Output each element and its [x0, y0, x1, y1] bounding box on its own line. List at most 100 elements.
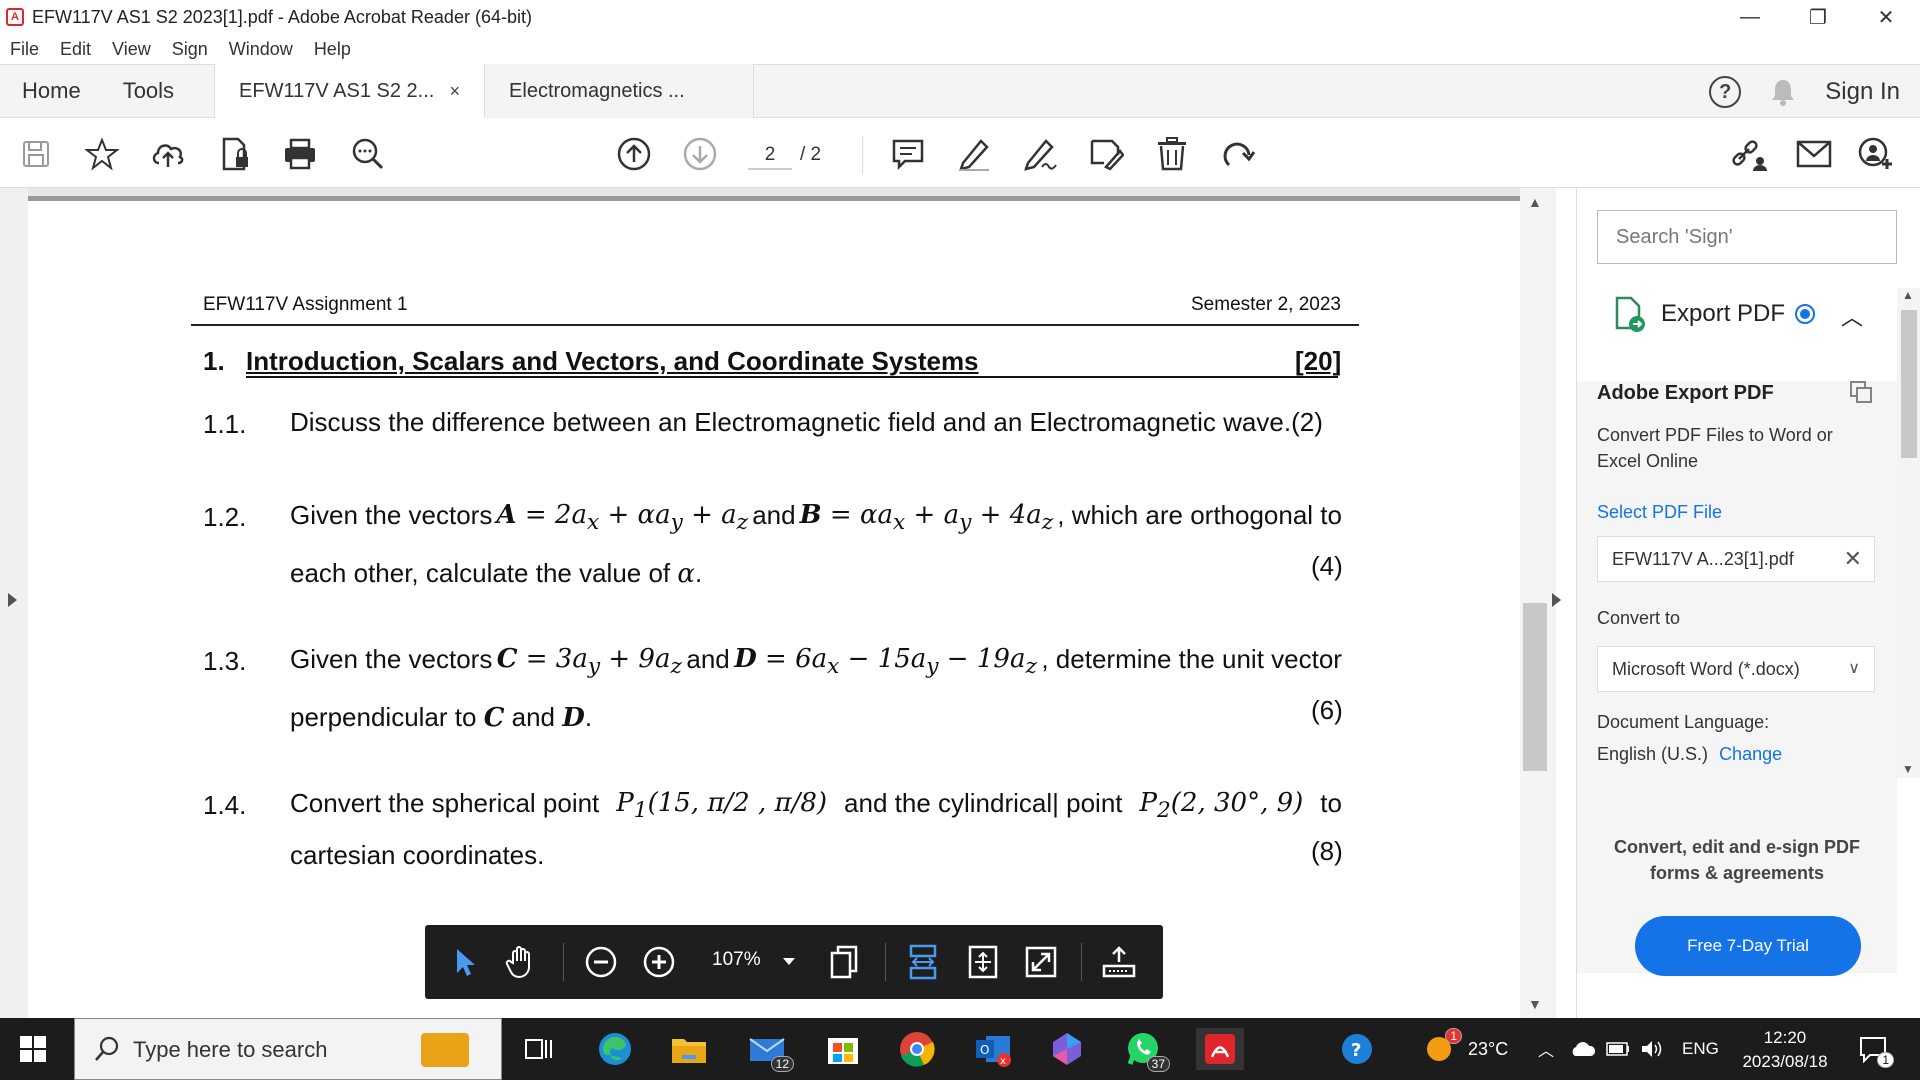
- microsoft-store-icon[interactable]: [822, 1028, 864, 1070]
- bell-icon[interactable]: [1769, 77, 1797, 107]
- menu-view[interactable]: View: [112, 39, 151, 60]
- print-icon[interactable]: [280, 134, 320, 174]
- left-panel-toggle[interactable]: [0, 188, 28, 1018]
- menu-window[interactable]: Window: [229, 39, 293, 60]
- previous-page-icon[interactable]: [614, 134, 654, 174]
- battery-icon[interactable]: [1606, 1018, 1630, 1080]
- pane-scroll-thumb[interactable]: [1901, 310, 1917, 458]
- sign-pen-icon[interactable]: [1020, 134, 1060, 174]
- scroll-down-icon[interactable]: ▼: [1528, 996, 1542, 1012]
- menu-edit[interactable]: Edit: [60, 39, 91, 60]
- briefcase-icon[interactable]: [421, 1033, 469, 1067]
- pane-scrollbar[interactable]: ▲ ▼: [1897, 288, 1920, 778]
- select-pdf-link[interactable]: Select PDF File: [1597, 502, 1722, 523]
- taskbar-search-box[interactable]: Type here to search: [74, 1018, 502, 1080]
- temperature[interactable]: 23°C: [1468, 1018, 1508, 1080]
- windows-start-icon[interactable]: [20, 1036, 46, 1062]
- rotate-icon[interactable]: [1218, 134, 1258, 174]
- question-text: Discuss the difference between an Electr…: [290, 407, 1323, 437]
- page-number-input[interactable]: 2: [748, 140, 792, 170]
- tool-search-input[interactable]: Search 'Sign': [1597, 210, 1897, 264]
- close-window-button[interactable]: ✕: [1852, 0, 1920, 34]
- mail-icon[interactable]: 12: [746, 1028, 794, 1072]
- chevron-up-icon[interactable]: ︿: [1538, 1018, 1554, 1080]
- document-scrollbar[interactable]: ▲ ▼: [1520, 188, 1561, 1018]
- zoom-search-icon[interactable]: [348, 134, 388, 174]
- math-expression: C = 3ay + 9az: [496, 644, 682, 680]
- read-mode-icon[interactable]: [1099, 942, 1139, 982]
- minimize-button[interactable]: —: [1716, 0, 1784, 34]
- select-cursor-icon[interactable]: [445, 942, 485, 982]
- fit-width-icon[interactable]: [903, 942, 943, 982]
- tab-close-icon[interactable]: ×: [450, 81, 461, 102]
- section-title: Introduction, Scalars and Vectors, and C…: [246, 346, 979, 376]
- system-clock[interactable]: 12:20 2023/08/18: [1730, 1026, 1840, 1074]
- adobe-export-heading: Adobe Export PDF: [1597, 382, 1774, 404]
- tab-document-electromagnetics[interactable]: Electromagnetics ...: [484, 64, 755, 118]
- copy-icon[interactable]: [1849, 380, 1873, 409]
- doc-header-right: Semester 2, 2023: [1191, 294, 1341, 315]
- scroll-up-icon[interactable]: ▲: [1528, 194, 1542, 210]
- restore-button[interactable]: ❐: [1784, 0, 1852, 34]
- convert-format-select[interactable]: Microsoft Word (*.docx) ∨: [1597, 646, 1875, 692]
- hand-tool-icon[interactable]: [501, 942, 541, 982]
- change-language-link[interactable]: Change: [1719, 744, 1782, 764]
- outlook-icon[interactable]: Ox: [972, 1028, 1014, 1070]
- menu-file[interactable]: File: [10, 39, 39, 60]
- remove-file-icon[interactable]: ✕: [1844, 537, 1862, 581]
- input-language[interactable]: ENG: [1682, 1018, 1719, 1080]
- acrobat-taskbar-icon[interactable]: [1196, 1028, 1244, 1070]
- tab-home[interactable]: Home: [22, 78, 81, 104]
- free-trial-button[interactable]: Free 7-Day Trial: [1635, 916, 1861, 976]
- menu-sign[interactable]: Sign: [172, 39, 208, 60]
- edit-form-icon[interactable]: [1086, 134, 1126, 174]
- task-view-icon[interactable]: [518, 1028, 560, 1070]
- share-link-icon[interactable]: [1730, 134, 1770, 174]
- q-text-part: each other, calculate the value of: [290, 558, 671, 589]
- protect-file-icon[interactable]: [216, 134, 256, 174]
- weather-icon[interactable]: 1: [1418, 1028, 1462, 1070]
- page-display-icon[interactable]: [825, 942, 865, 982]
- add-user-icon[interactable]: [1856, 134, 1896, 174]
- email-icon[interactable]: [1794, 134, 1834, 174]
- delete-icon[interactable]: [1152, 134, 1192, 174]
- scroll-thumb[interactable]: [1523, 603, 1547, 771]
- zoom-in-icon[interactable]: [639, 942, 679, 982]
- file-explorer-icon[interactable]: [668, 1028, 710, 1070]
- comment-icon[interactable]: [888, 134, 928, 174]
- question-text: Given the vectors C = 3ay + 9az and D = …: [290, 634, 1342, 743]
- export-pdf-icon: [1615, 296, 1645, 332]
- expand-left-icon[interactable]: [8, 593, 17, 607]
- sign-in-button[interactable]: Sign In: [1825, 78, 1900, 106]
- full-screen-icon[interactable]: [1021, 942, 1061, 982]
- tab-document-active[interactable]: EFW117V AS1 S2 2... ×: [214, 64, 485, 118]
- whatsapp-icon[interactable]: 37: [1122, 1028, 1170, 1072]
- expand-right-pane-icon[interactable]: [1552, 593, 1561, 607]
- pane-scroll-up-icon[interactable]: ▲: [1902, 288, 1914, 302]
- zoom-out-icon[interactable]: [581, 942, 621, 982]
- cloud-upload-icon[interactable]: [148, 134, 188, 174]
- copilot-icon[interactable]: [1046, 1028, 1088, 1070]
- convert-format-value: Microsoft Word (*.docx): [1612, 659, 1800, 679]
- star-icon[interactable]: [82, 134, 122, 174]
- tab-document-label: EFW117V AS1 S2 2...: [239, 79, 435, 102]
- zoom-dropdown-icon[interactable]: [783, 958, 795, 965]
- edge-browser-icon[interactable]: [594, 1028, 636, 1070]
- collapse-chevron-icon[interactable]: ︿: [1841, 300, 1863, 332]
- export-pdf-header[interactable]: Export PDF: [1613, 296, 1816, 332]
- fit-page-icon[interactable]: [963, 942, 1003, 982]
- help-icon[interactable]: ?: [1709, 76, 1742, 108]
- chrome-icon[interactable]: [896, 1028, 938, 1070]
- help-tips-icon[interactable]: ?: [1336, 1028, 1378, 1070]
- save-icon[interactable]: [16, 134, 56, 174]
- menu-help[interactable]: Help: [314, 39, 351, 60]
- volume-icon[interactable]: [1640, 1018, 1664, 1080]
- tab-tools[interactable]: Tools: [123, 78, 174, 104]
- next-page-icon[interactable]: [680, 134, 720, 174]
- notification-icon[interactable]: 1: [1852, 1028, 1894, 1070]
- pane-scroll-down-icon[interactable]: ▼: [1902, 762, 1914, 776]
- highlight-pen-icon[interactable]: [954, 134, 994, 174]
- acrobat-logo-icon: A: [6, 8, 24, 26]
- zoom-level[interactable]: 107%: [712, 949, 761, 971]
- onedrive-icon[interactable]: [1570, 1018, 1596, 1080]
